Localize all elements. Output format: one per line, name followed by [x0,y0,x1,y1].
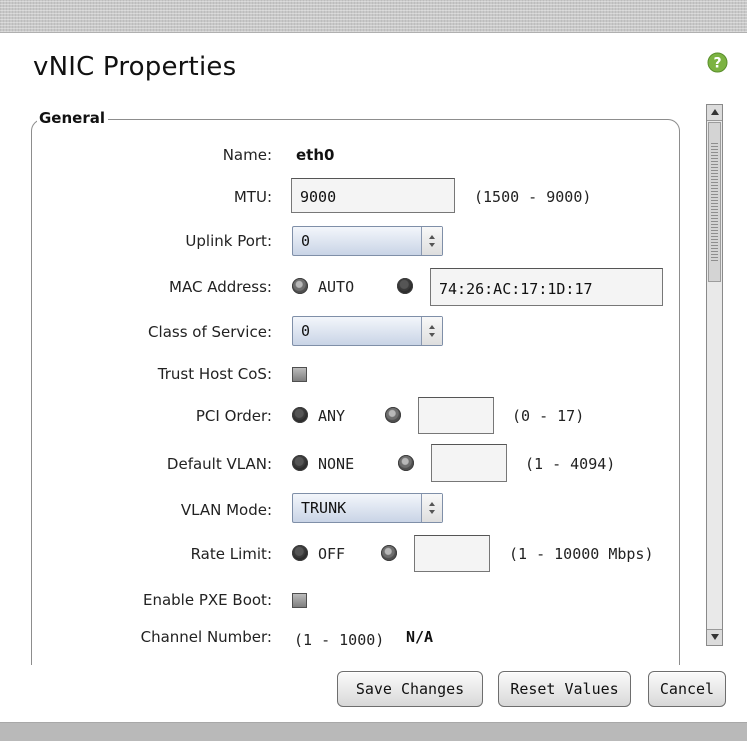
vlan-none-label: NONE [318,455,355,473]
name-value: eth0 [296,146,335,164]
mtu-label: MTU: [233,188,272,206]
cancel-button[interactable]: Cancel [648,671,726,707]
default-vlan-input[interactable] [431,444,507,482]
rate-custom-radio[interactable] [381,545,397,561]
vlan-custom-radio[interactable] [398,455,414,471]
mac-auto-radio[interactable] [292,278,308,294]
save-changes-button[interactable]: Save Changes [337,671,483,707]
mac-address-input[interactable]: 74:26:AC:17:1D:17 [430,268,663,306]
enable-pxe-boot-label: Enable PXE Boot: [142,591,272,609]
vlan-none-radio[interactable] [292,455,308,471]
uplink-port-label: Uplink Port: [185,232,272,250]
updown-arrows-icon [421,317,442,345]
vlan-mode-value: TRUNK [301,499,347,517]
rate-limit-label: Rate Limit: [190,545,272,563]
rate-off-radio[interactable] [292,545,308,561]
arrow-up-icon [710,109,719,115]
pci-custom-radio[interactable] [385,407,401,423]
class-of-service-select[interactable]: 0 [292,316,443,346]
question-circle-icon[interactable]: ? [707,52,728,73]
class-of-service-value: 0 [301,322,311,340]
vlan-mode-label: VLAN Mode: [180,501,272,519]
dialog-title: vNIC Properties [33,52,237,82]
window-bottom-bar [0,722,747,741]
class-of-service-label: Class of Service: [148,323,272,341]
mac-custom-radio[interactable] [397,278,413,294]
trust-host-cos-checkbox[interactable] [292,367,307,382]
name-label: Name: [222,146,272,164]
channel-number-label: Channel Number: [140,628,272,646]
rate-limit-range-hint: (1 - 10000 Mbps) [509,545,654,563]
trust-host-cos-label: Trust Host CoS: [157,365,272,383]
mtu-input[interactable]: 9000 [291,178,455,213]
pci-order-input[interactable] [418,397,494,434]
default-vlan-label: Default VLAN: [166,455,272,473]
channel-number-value: N/A [406,628,434,646]
pci-any-label: ANY [318,407,346,425]
scrollbar-grip [711,143,718,261]
rate-limit-input[interactable] [414,535,490,572]
uplink-port-select[interactable]: 0 [292,226,443,256]
window-title-bar [0,0,747,33]
channel-number-range-hint: (1 - 1000) [294,631,385,649]
pci-order-range-hint: (0 - 17) [512,407,585,425]
scroll-down-button[interactable] [707,629,722,645]
arrow-down-icon [710,634,719,640]
updown-arrows-icon [421,227,442,255]
enable-pxe-boot-checkbox[interactable] [292,593,307,608]
section-legend: General [37,109,108,127]
scrollbar-thumb[interactable] [708,122,721,282]
rate-off-label: OFF [318,545,346,563]
default-vlan-range-hint: (1 - 4094) [525,455,616,473]
mac-auto-label: AUTO [318,278,355,296]
reset-values-button[interactable]: Reset Values [498,671,631,707]
uplink-port-value: 0 [301,232,311,250]
scroll-up-button[interactable] [707,105,722,121]
updown-arrows-icon [421,494,442,522]
mtu-range-hint: (1500 - 9000) [474,188,592,206]
mac-address-label: MAC Address: [169,278,272,296]
pci-any-radio[interactable] [292,407,308,423]
pci-order-label: PCI Order: [195,407,272,425]
vlan-mode-select[interactable]: TRUNK [292,493,443,523]
svg-text:?: ? [713,56,721,72]
vertical-scrollbar[interactable] [706,104,723,646]
